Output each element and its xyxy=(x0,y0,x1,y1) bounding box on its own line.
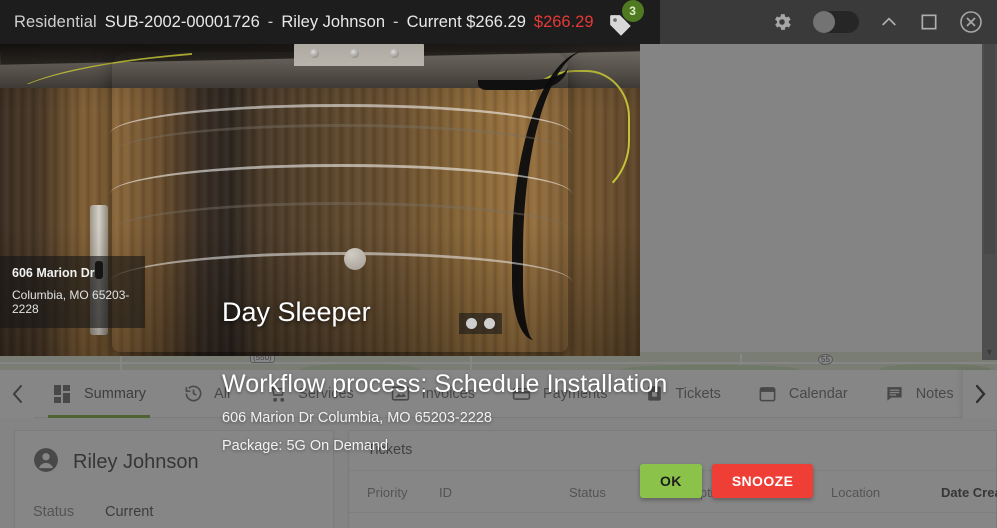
photo-address-overlay: 606 Marion Dr Columbia, MO 65203-2228 xyxy=(0,256,145,328)
chevron-up-icon xyxy=(882,17,896,26)
settings-button[interactable] xyxy=(771,11,793,33)
installation-photo-viewer[interactable]: Day Sleeper 606 Marion Dr Columbia, MO 6… xyxy=(0,30,640,356)
maximize-button[interactable] xyxy=(919,12,939,32)
window-title-bar: Residential SUB-2002-00001726 - Riley Jo… xyxy=(0,0,997,44)
workflow-modal-address: 606 Marion Dr Columbia, MO 65203-2228 xyxy=(222,410,492,426)
collapse-button[interactable] xyxy=(879,12,899,32)
subscription-id-label: SUB-2002-00001726 xyxy=(104,12,260,31)
carousel-dot-2[interactable] xyxy=(484,318,495,329)
title-separator-2: - xyxy=(393,12,399,31)
workflow-modal: Workflow process: Schedule Installation … xyxy=(0,356,997,528)
gear-icon xyxy=(775,14,791,30)
maximize-square-icon xyxy=(921,14,937,30)
tag-count-badge: 3 xyxy=(621,0,644,22)
title-bar-info: Residential SUB-2002-00001726 - Riley Jo… xyxy=(0,0,660,44)
snooze-button[interactable]: SNOOZE xyxy=(711,464,814,498)
photo-carousel-dots[interactable] xyxy=(459,313,502,334)
tag-button[interactable]: 3 xyxy=(606,0,644,37)
ok-button[interactable]: OK xyxy=(640,464,702,498)
status-amount-label: Current $266.29 xyxy=(406,12,526,31)
address-line-2: Columbia, MO 65203-2228 xyxy=(12,288,130,316)
workflow-modal-title: Workflow process: Schedule Installation xyxy=(222,370,668,398)
app-window: (550) 55 ▲ ▼ xyxy=(0,0,997,528)
window-controls xyxy=(771,0,997,44)
photo-caption: Day Sleeper xyxy=(222,297,371,327)
customer-name-label: Riley Johnson xyxy=(281,12,386,31)
address-line-1: 606 Marion Dr xyxy=(12,266,95,280)
workflow-modal-actions: OK SNOOZE xyxy=(640,464,814,498)
equipment-photo: Day Sleeper 606 Marion Dr Columbia, MO 6… xyxy=(0,30,640,356)
account-type-label: Residential xyxy=(14,12,97,31)
pin-toggle[interactable] xyxy=(813,11,859,33)
toggle-knob xyxy=(813,11,835,33)
close-button[interactable] xyxy=(959,10,983,34)
carousel-dot-1[interactable] xyxy=(466,318,477,329)
workflow-modal-package: Package: 5G On Demand xyxy=(222,438,389,454)
balance-due-label: $266.29 xyxy=(533,12,594,31)
toggle-switch[interactable] xyxy=(813,11,859,33)
close-circle-icon xyxy=(960,11,982,33)
title-separator-1: - xyxy=(267,12,274,31)
